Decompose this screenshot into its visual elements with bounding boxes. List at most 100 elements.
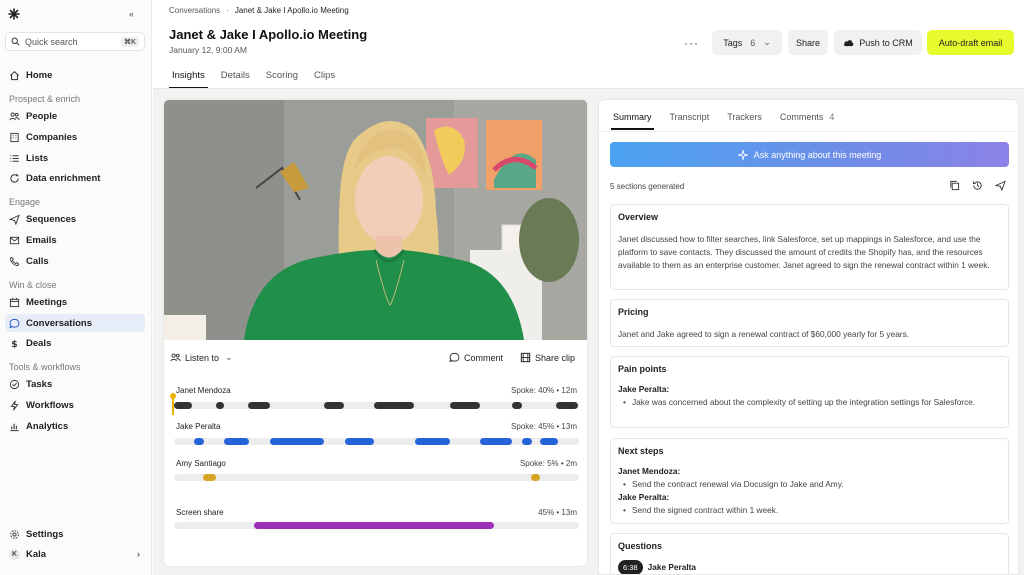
push-to-crm-button[interactable]: Push to CRM <box>834 30 922 55</box>
sidebar-item-workflows[interactable]: Workflows <box>5 396 145 414</box>
tags-dropdown[interactable]: Tags 6 ⌄ <box>712 30 782 55</box>
sidebar-item-lists[interactable]: Lists <box>5 149 145 167</box>
share-clip-button[interactable]: Share clip <box>520 352 575 363</box>
speech-segment[interactable] <box>203 474 216 481</box>
screen-share-segment[interactable] <box>254 522 494 529</box>
speech-segment[interactable] <box>374 402 414 409</box>
sidebar-item-data-enrichment[interactable]: Data enrichment <box>5 169 145 187</box>
section-title-questions: Questions <box>618 541 663 551</box>
sidebar-item-sequences[interactable]: Sequences <box>5 210 145 228</box>
pricing-section: Pricing Janet and Jake agreed to sign a … <box>610 299 1009 347</box>
tab-comments[interactable]: Comments 4 <box>778 112 837 130</box>
share-clip-label: Share clip <box>535 352 576 363</box>
bullet-item: Send the signed contract within 1 week. <box>618 504 998 517</box>
user-name: Kala <box>26 548 47 560</box>
chevron-right-icon: › <box>136 548 140 560</box>
screen-share-track[interactable] <box>174 522 579 529</box>
sidebar: « Quick search ⌘K Home Prospect & enrich… <box>0 0 152 575</box>
breadcrumb-separator: · <box>226 6 229 15</box>
speech-segment[interactable] <box>512 402 522 409</box>
bullet-item: Jake was concerned about the complexity … <box>618 396 998 409</box>
apollo-logo-icon[interactable] <box>8 8 20 20</box>
speaker-name-jake: Jake Peralta <box>176 422 221 431</box>
listen-to-label: Listen to <box>185 352 220 363</box>
timestamp-badge[interactable]: 6:38 <box>618 560 643 574</box>
tab-details[interactable]: Details <box>218 70 253 89</box>
page-tabs: Insights Details Scoring Clips <box>169 70 348 89</box>
speech-segment[interactable] <box>522 438 532 445</box>
speech-segment[interactable] <box>415 438 450 445</box>
tab-summary[interactable]: Summary <box>611 112 654 130</box>
speech-segment[interactable] <box>480 438 512 445</box>
sidebar-item-calls[interactable]: Calls <box>5 252 145 270</box>
speech-segment[interactable] <box>324 402 344 409</box>
refresh-icon <box>10 173 19 183</box>
sidebar-item-conversations[interactable]: Conversations <box>5 314 145 332</box>
sidebar-item-label: Analytics <box>26 420 69 432</box>
share-button[interactable]: Share <box>788 30 828 55</box>
people-icon <box>170 353 181 362</box>
speaker-label: Janet Mendoza: <box>618 466 681 476</box>
speech-segment[interactable] <box>194 438 204 445</box>
dollar-icon: $ <box>11 339 17 349</box>
history-icon[interactable] <box>972 180 983 191</box>
sidebar-item-label: Emails <box>26 234 57 246</box>
speaker-name-amy: Amy Santiago <box>176 459 226 468</box>
auto-draft-email-button[interactable]: Auto-draft email <box>927 30 1014 55</box>
sidebar-item-emails[interactable]: Emails <box>5 231 145 249</box>
tab-scoring[interactable]: Scoring <box>263 70 301 89</box>
speaker-label: Jake Peralta <box>647 562 697 572</box>
bar-chart-icon <box>10 423 19 431</box>
sidebar-item-home[interactable]: Home <box>5 66 145 84</box>
tab-trackers[interactable]: Trackers <box>725 112 764 130</box>
home-icon <box>10 70 19 80</box>
sidebar-item-label: Tasks <box>26 378 53 390</box>
speaker-label: Jake Peralta: <box>618 492 670 502</box>
sidebar-item-people[interactable]: People <box>5 107 145 125</box>
comment-button[interactable]: Comment <box>449 352 503 363</box>
user-avatar: K <box>9 548 20 560</box>
sidebar-item-companies[interactable]: Companies <box>5 128 145 146</box>
speech-segment[interactable] <box>556 402 578 409</box>
speech-segment[interactable] <box>174 402 192 409</box>
speaker-track-jake[interactable] <box>174 438 579 445</box>
listen-to-dropdown[interactable]: Listen to ⌄ <box>170 352 233 363</box>
send-icon[interactable] <box>995 180 1006 191</box>
bullet-item: Send the contract renewal via Docusign t… <box>618 478 998 491</box>
tab-clips[interactable]: Clips <box>311 70 338 89</box>
sidebar-item-tasks[interactable]: Tasks <box>5 375 145 393</box>
speech-segment[interactable] <box>224 438 249 445</box>
copy-icon[interactable] <box>949 180 960 191</box>
chat-bubble-icon <box>9 318 20 328</box>
summary-panel: Summary Transcript Trackers Comments 4 As… <box>598 99 1019 575</box>
quick-search-input[interactable]: Quick search ⌘K <box>5 32 145 51</box>
ask-meeting-ai-button[interactable]: Ask anything about this meeting <box>610 142 1009 167</box>
playhead-handle[interactable] <box>170 393 176 399</box>
speaker-track-janet[interactable] <box>174 402 579 409</box>
speech-segment[interactable] <box>270 438 324 445</box>
collapse-sidebar-icon[interactable]: « <box>129 9 134 19</box>
speech-segment[interactable] <box>216 402 224 409</box>
breadcrumb-conversations[interactable]: Conversations <box>169 6 220 15</box>
tab-transcript[interactable]: Transcript <box>668 112 712 130</box>
sidebar-item-deals[interactable]: $ Deals <box>5 334 145 352</box>
svg-text:$: $ <box>11 339 17 349</box>
speech-segment[interactable] <box>450 402 480 409</box>
cloud-icon <box>844 40 854 47</box>
meeting-video[interactable] <box>164 100 587 340</box>
sidebar-item-meetings[interactable]: Meetings <box>5 293 145 311</box>
speech-segment[interactable] <box>345 438 374 445</box>
speaker-track-amy[interactable] <box>174 474 579 481</box>
sidebar-item-analytics[interactable]: Analytics <box>5 417 145 435</box>
speech-segment[interactable] <box>248 402 270 409</box>
calendar-icon <box>9 297 20 307</box>
next-steps-section: Next steps Janet Mendoza: Send the contr… <box>610 438 1009 524</box>
tab-insights[interactable]: Insights <box>169 70 208 89</box>
sidebar-item-label: Home <box>26 69 53 81</box>
more-options-icon[interactable]: ··· <box>684 36 699 50</box>
speech-segment[interactable] <box>531 474 540 481</box>
sidebar-item-settings[interactable]: Settings <box>5 525 145 543</box>
sidebar-item-label: Workflows <box>26 399 74 411</box>
sidebar-user-menu[interactable]: K Kala › <box>5 545 145 563</box>
speech-segment[interactable] <box>540 438 558 445</box>
